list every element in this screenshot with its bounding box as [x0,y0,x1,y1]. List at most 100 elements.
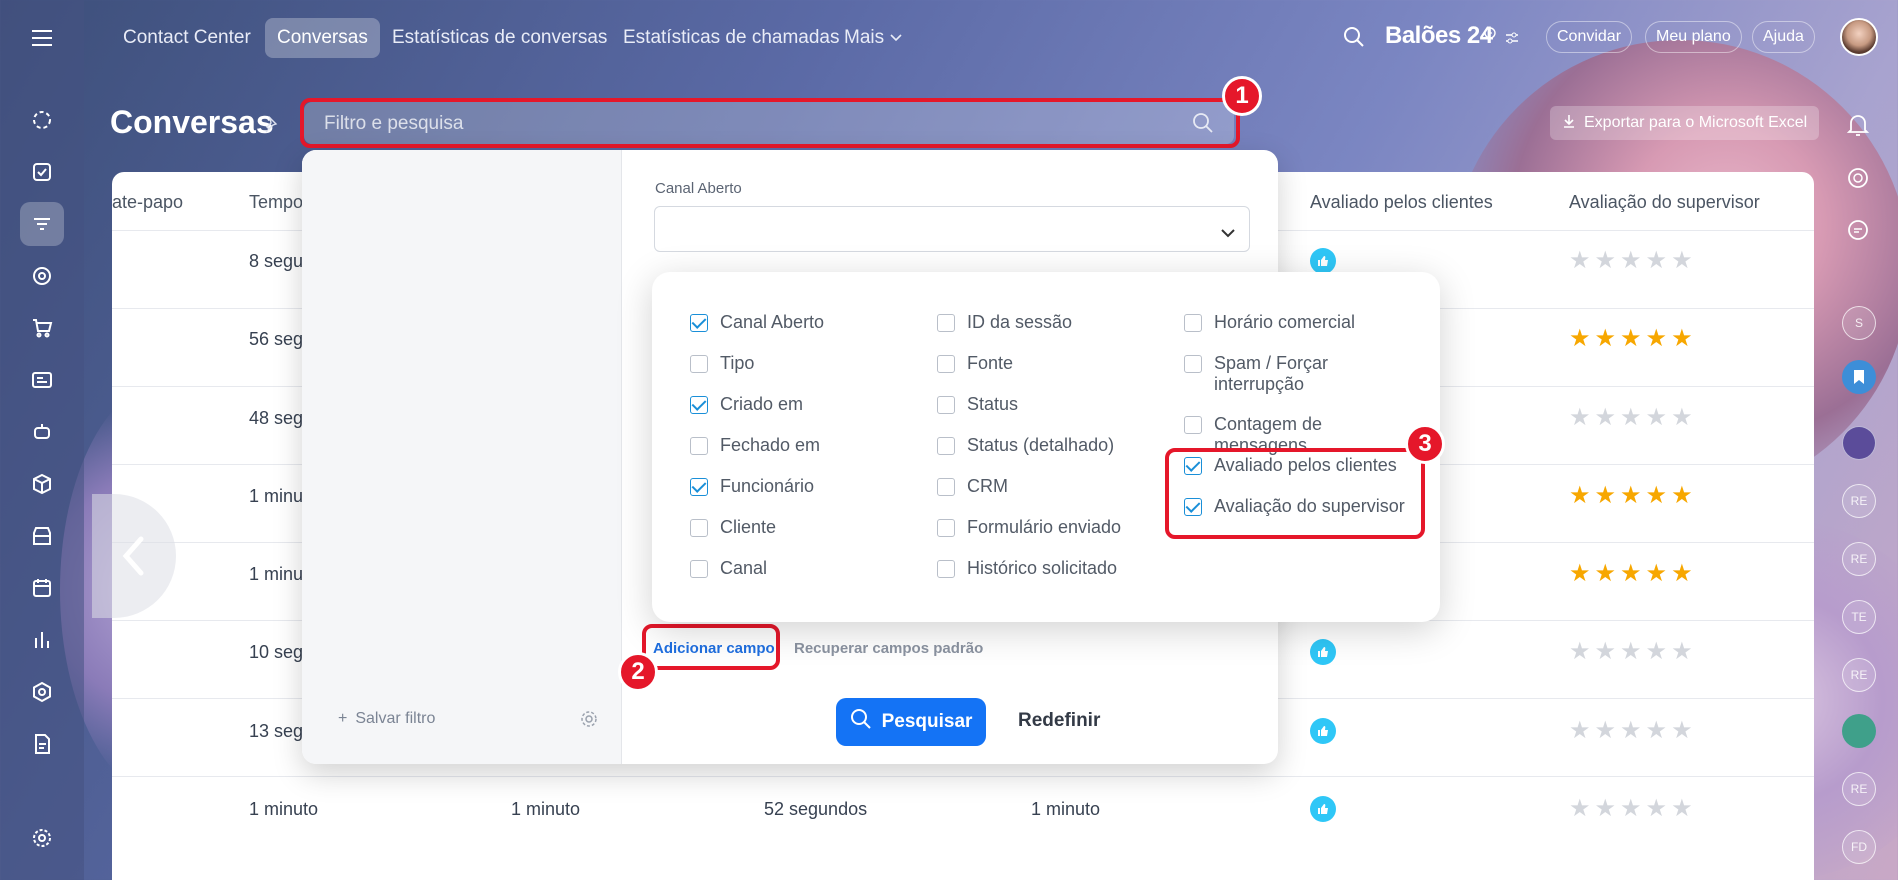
nav-estatisticas-conversas[interactable]: Estatísticas de conversas [380,18,619,58]
star-icon[interactable]: ★ [1671,719,1693,743]
field-option[interactable]: Criado em [690,394,920,415]
field-option[interactable]: Cliente [690,517,920,538]
star-icon[interactable]: ★ [1569,719,1591,743]
star-icon[interactable]: ★ [1569,797,1591,821]
sidebar-item-contact-center[interactable] [20,202,64,246]
supervisor-rating-stars[interactable]: ★ ★ ★ ★ ★ [1569,327,1693,351]
field-option[interactable]: Fonte [937,353,1167,374]
star-icon[interactable]: ★ [1646,327,1668,351]
canal-aberto-select[interactable] [654,206,1250,252]
checkbox[interactable] [937,478,955,496]
sidebar-item-calendar[interactable] [20,566,64,610]
search-icon[interactable] [1343,26,1365,53]
pin-icon[interactable] [264,115,282,139]
field-option[interactable]: Funcionário [690,476,920,497]
rail-avatar[interactable]: FD [1842,830,1876,864]
sidebar-item-contacts[interactable] [20,358,64,402]
rail-avatar[interactable]: S [1842,306,1876,340]
checkbox-checked[interactable] [690,396,708,414]
star-icon[interactable]: ★ [1646,640,1668,664]
star-icon[interactable]: ★ [1620,719,1642,743]
chat-icon[interactable] [1846,218,1870,247]
star-icon[interactable]: ★ [1646,484,1668,508]
field-option[interactable]: Canal Aberto [690,312,920,333]
star-icon[interactable]: ★ [1620,640,1642,664]
sidebar-item-reports[interactable] [20,618,64,662]
bell-icon[interactable] [1846,112,1870,143]
star-icon[interactable]: ★ [1646,249,1668,273]
column-header-time[interactable]: Tempo [249,192,303,213]
checkbox[interactable] [937,560,955,578]
sidebar-item-catalog[interactable] [20,462,64,506]
rail-avatar[interactable]: RE [1842,658,1876,692]
field-option[interactable]: Histórico solicitado [937,558,1167,579]
star-icon[interactable]: ★ [1569,249,1591,273]
field-option[interactable]: Canal [690,558,920,579]
supervisor-rating-stars[interactable]: ★ ★ ★ ★ ★ [1569,406,1693,430]
field-option[interactable]: CRM [937,476,1167,497]
star-icon[interactable]: ★ [1595,640,1617,664]
star-icon[interactable]: ★ [1595,327,1617,351]
supervisor-rating-stars[interactable]: ★ ★ ★ ★ ★ [1569,797,1693,821]
checkbox[interactable] [937,355,955,373]
checkbox[interactable] [937,437,955,455]
star-icon[interactable]: ★ [1671,249,1693,273]
checkbox[interactable] [1184,314,1202,332]
reset-button[interactable]: Redefinir [1018,710,1100,732]
star-icon[interactable]: ★ [1671,484,1693,508]
star-icon[interactable]: ★ [1620,327,1642,351]
star-icon[interactable]: ★ [1569,562,1591,586]
star-icon[interactable]: ★ [1620,249,1642,273]
plan-button[interactable]: Meu plano [1645,21,1742,53]
nav-contact-center[interactable]: Contact Center [111,18,263,58]
checkbox[interactable] [690,560,708,578]
field-option[interactable]: Tipo [690,353,920,374]
column-header-chat[interactable]: ate-papo [112,192,183,213]
gear-icon[interactable] [580,710,598,733]
supervisor-rating-stars[interactable]: ★ ★ ★ ★ ★ [1569,640,1693,664]
star-icon[interactable]: ★ [1569,327,1591,351]
star-icon[interactable]: ★ [1671,562,1693,586]
star-icon[interactable]: ★ [1595,249,1617,273]
sidebar-item-feed[interactable] [20,98,64,142]
checkbox[interactable] [1184,355,1202,373]
save-filter-button[interactable]: + Salvar filtro [338,710,435,728]
field-option[interactable]: Horário comercial [1184,312,1420,333]
field-option[interactable]: Status [937,394,1167,415]
checkbox-checked[interactable] [690,478,708,496]
restore-default-fields-link[interactable]: Recuperar campos padrão [794,640,983,657]
column-header-supervisor-rating[interactable]: Avaliação do supervisor [1569,192,1760,213]
nav-conversas[interactable]: Conversas [265,18,380,58]
sidebar-item-bot[interactable] [20,410,64,454]
field-option[interactable]: ID da sessão [937,312,1167,333]
star-icon[interactable]: ★ [1646,562,1668,586]
rail-chat-avatar[interactable] [1842,714,1876,748]
checkbox[interactable] [1184,416,1202,434]
sliders-icon[interactable] [1504,30,1520,51]
field-option[interactable]: Status (detalhado) [937,435,1167,456]
star-icon[interactable]: ★ [1671,327,1693,351]
star-icon[interactable]: ★ [1595,406,1617,430]
star-icon[interactable]: ★ [1620,406,1642,430]
checkbox[interactable] [690,519,708,537]
sidebar-item-goals[interactable] [20,254,64,298]
checkbox-checked[interactable] [690,314,708,332]
star-icon[interactable]: ★ [1620,562,1642,586]
star-icon[interactable]: ★ [1595,797,1617,821]
bookmark-icon[interactable] [1842,360,1876,394]
sidebar-item-docs[interactable] [20,722,64,766]
sidebar-item-sites[interactable] [20,670,64,714]
star-icon[interactable]: ★ [1620,484,1642,508]
nav-more[interactable]: Mais [844,18,902,58]
star-icon[interactable]: ★ [1646,797,1668,821]
sidebar-item-store[interactable] [20,514,64,558]
star-icon[interactable]: ★ [1569,484,1591,508]
star-icon[interactable]: ★ [1646,719,1668,743]
rail-avatar[interactable]: RE [1842,772,1876,806]
supervisor-rating-stars[interactable]: ★ ★ ★ ★ ★ [1569,719,1693,743]
menu-icon[interactable] [30,28,54,53]
rail-avatar-purple[interactable] [1842,426,1876,460]
star-icon[interactable]: ★ [1595,562,1617,586]
star-icon[interactable]: ★ [1569,406,1591,430]
column-header-customer-rating[interactable]: Avaliado pelos clientes [1310,192,1493,213]
